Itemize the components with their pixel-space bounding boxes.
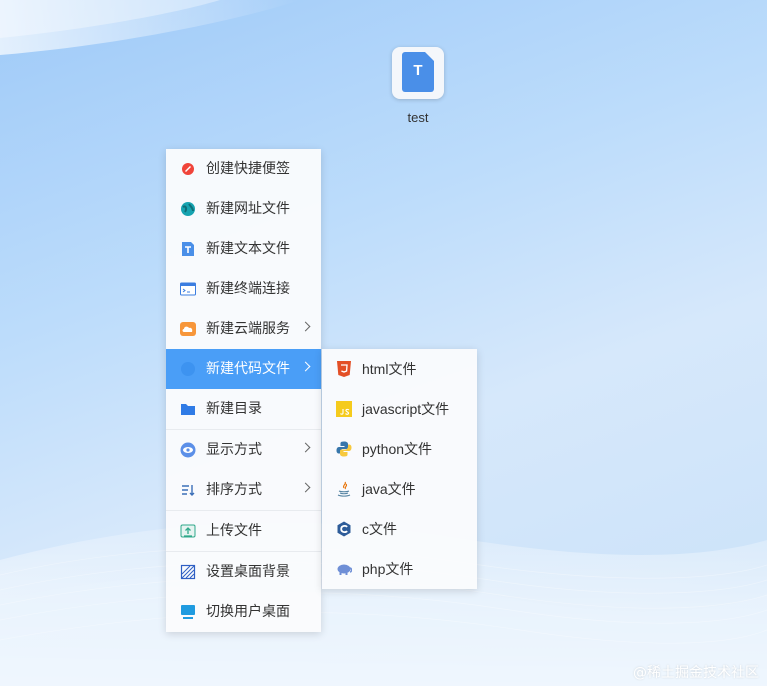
menu-item-label: 排序方式 [206,482,262,498]
menu-item-label: 切换用户桌面 [206,604,290,620]
menu-item-new-code-file[interactable]: 新建代码文件 [166,349,321,389]
text-file-icon [182,242,194,256]
php-icon [337,564,352,575]
submenu-item-label: python文件 [362,441,433,457]
c-icon [337,521,351,537]
menu-item-label: 新建目录 [206,401,262,417]
menu-item-display-mode[interactable]: 显示方式 [166,429,321,470]
chevron-right-icon [300,482,311,493]
submenu-item-html[interactable]: html文件 [322,349,477,389]
desktop-file-test[interactable]: T [392,47,444,99]
menu-item-new-folder[interactable]: 新建目录 [166,389,321,429]
menu-item-label: 显示方式 [206,442,262,458]
submenu-item-javascript[interactable]: javascript文件 [322,389,477,429]
globe-icon [181,202,195,216]
submenu-item-label: c文件 [362,521,397,537]
menu-item-label: 新建云端服务 [206,321,290,337]
cloud-icon [180,322,196,336]
submenu-item-php[interactable]: php文件 [322,549,477,589]
menu-item-label: 设置桌面背景 [206,564,290,580]
submenu-item-label: javascript文件 [362,401,450,417]
upload-icon [180,524,196,538]
menu-item-new-url-file[interactable]: 新建网址文件 [166,189,321,229]
menu-item-sort-mode[interactable]: 排序方式 [166,470,321,510]
desktop-file-label[interactable]: test [392,110,444,125]
menu-item-new-terminal[interactable]: 新建终端连接 [166,269,321,309]
context-menu: 创建快捷便签 新建网址文件 新建文本文件 新建终端连接 新建云端服务 新建代码文… [166,149,321,632]
html5-icon [337,361,351,377]
menu-item-label: 新建文本文件 [206,241,290,257]
file-icon-letter: T [413,62,423,79]
python-icon [336,441,352,457]
eye-icon [180,442,196,458]
menu-item-label: 创建快捷便签 [206,161,290,177]
text-file-icon: T [402,52,434,92]
submenu-item-c[interactable]: c文件 [322,509,477,549]
code-icon [181,362,195,376]
submenu-item-java[interactable]: java文件 [322,469,477,509]
background-icon [180,564,196,580]
chevron-right-icon [300,361,311,372]
java-icon [337,481,351,497]
menu-item-label: 新建代码文件 [206,361,290,377]
js-icon [336,401,352,417]
menu-item-label: 新建终端连接 [206,281,290,297]
submenu-item-label: html文件 [362,361,417,377]
submenu-item-python[interactable]: python文件 [322,429,477,469]
monitor-icon [181,605,195,619]
terminal-icon [180,282,196,296]
menu-item-label: 新建网址文件 [206,201,290,217]
folder-icon [181,404,195,415]
note-icon [182,163,194,175]
menu-item-set-wallpaper[interactable]: 设置桌面背景 [166,551,321,592]
menu-item-new-text-file[interactable]: 新建文本文件 [166,229,321,269]
submenu-item-label: php文件 [362,561,414,577]
menu-item-new-cloud-service[interactable]: 新建云端服务 [166,309,321,349]
watermark: @稀土掘金技术社区 [633,665,759,681]
chevron-right-icon [300,442,311,453]
submenu-item-label: java文件 [362,481,416,497]
code-file-submenu: html文件 javascript文件 python文件 java文件 c文件 … [322,349,477,589]
sort-icon [182,485,195,496]
menu-item-label: 上传文件 [206,523,262,539]
menu-item-create-note[interactable]: 创建快捷便签 [166,149,321,189]
menu-item-switch-user-desktop[interactable]: 切换用户桌面 [166,592,321,632]
chevron-right-icon [300,321,311,332]
menu-item-upload-file[interactable]: 上传文件 [166,510,321,551]
